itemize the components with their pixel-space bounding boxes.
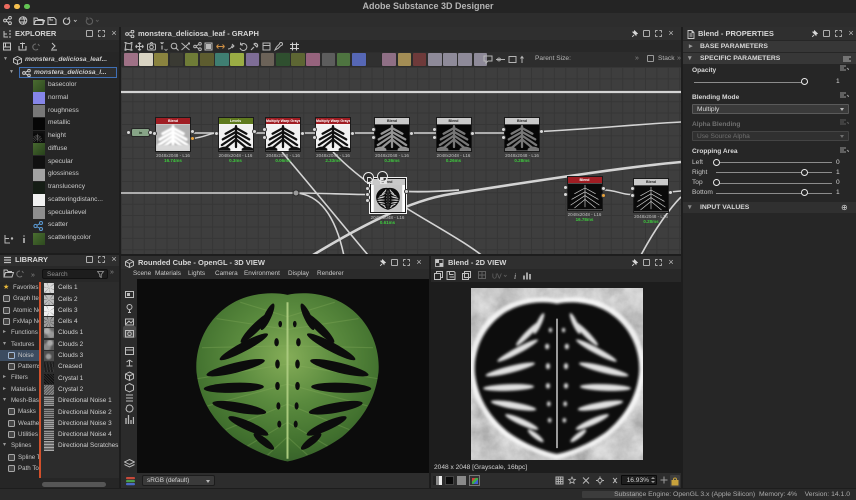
svg-text:»: » bbox=[31, 272, 35, 279]
svg-text:i: i bbox=[514, 272, 516, 281]
svg-text:UV: UV bbox=[492, 274, 502, 281]
